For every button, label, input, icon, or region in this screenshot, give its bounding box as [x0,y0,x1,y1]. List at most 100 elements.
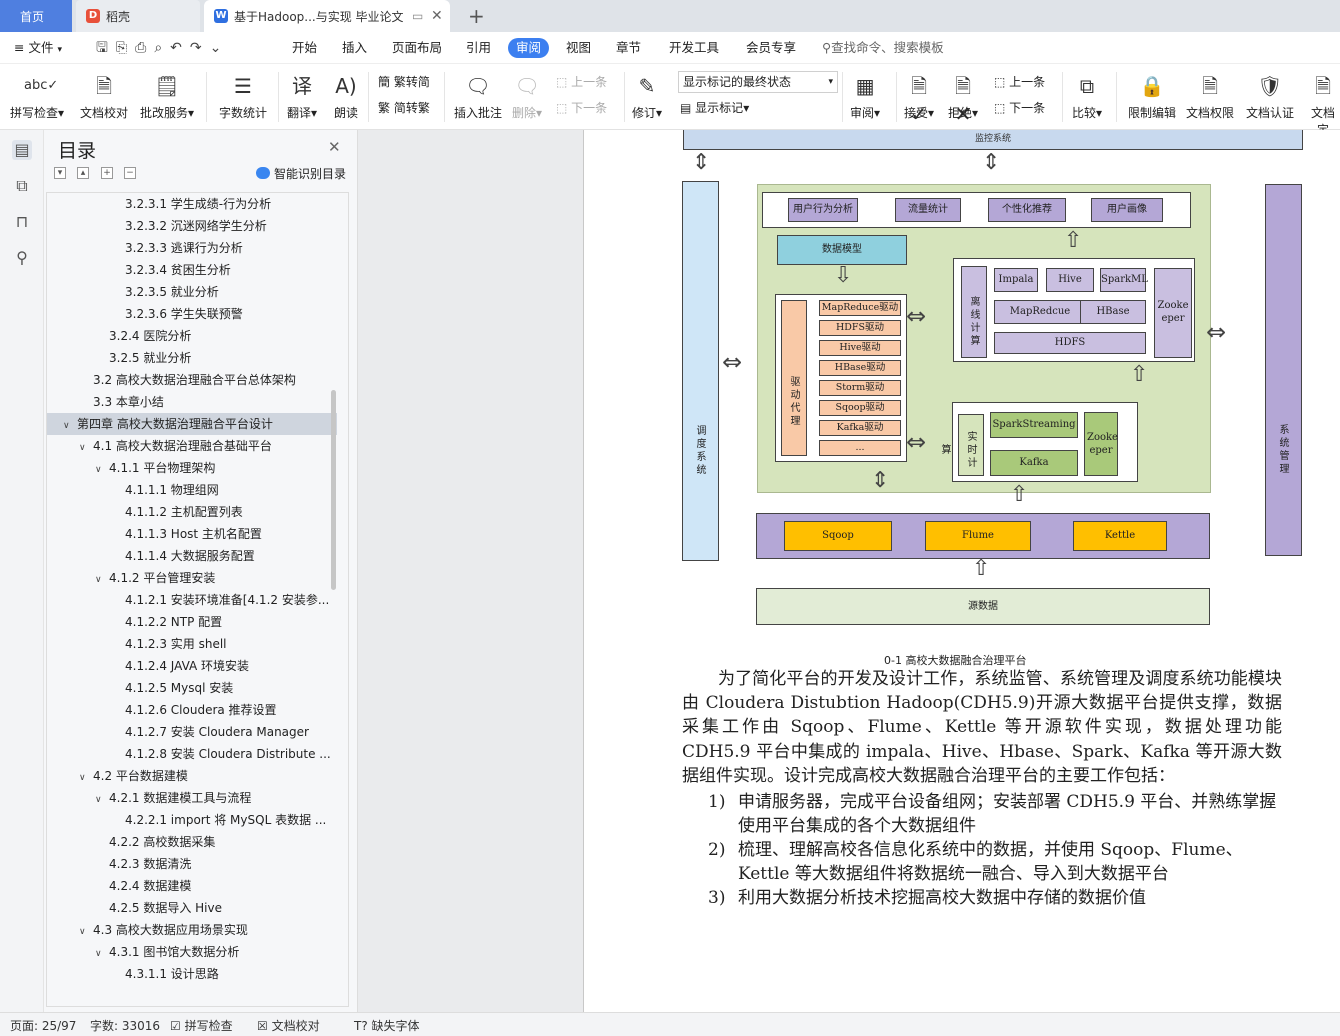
restrict-edit-button[interactable]: 🔒 限制编辑 [1128,72,1176,121]
menu-chapter[interactable]: 章节 [616,38,641,58]
toc-item[interactable]: ∨ 第四章 高校大数据治理融合平台设计 [47,413,337,435]
toc-item[interactable]: 3.2.3.5 就业分析 [47,281,337,303]
menu-view[interactable]: 视图 [566,38,591,58]
menu-review[interactable]: 审阅 [508,38,550,58]
markup-mode-select[interactable]: 显示标记的最终状态 ▾ [678,71,838,93]
toc-item[interactable]: 4.3.1.1 设计思路 [47,963,337,985]
smart-toc-button[interactable]: 智能识别目录 [256,165,346,182]
expand-up-icon[interactable]: ▴ [77,167,89,179]
toc-item[interactable]: 4.1.2.8 安装 Cloudera Distribute ... [47,743,337,765]
nav-panel-icon[interactable]: ⧉ [12,176,32,196]
spell-check-button[interactable]: abc✓ 拼写检查▾ [10,72,64,121]
close-tab-icon[interactable]: ✕ [431,8,443,24]
toc-item[interactable]: 3.2.5 就业分析 [47,347,337,369]
toc-scrollbar[interactable] [331,390,336,590]
chevron-down-icon[interactable]: ∨ [79,437,93,457]
toc-item[interactable]: ∨ 4.3 高校大数据应用场景实现 [47,919,337,941]
chevron-down-icon[interactable]: ∨ [79,921,93,941]
revise-button[interactable]: ✎ 修订▾ [632,72,662,121]
toc-item[interactable]: 4.1.1.4 大数据服务配置 [47,545,337,567]
toc-item[interactable]: 4.1.1.2 主机配置列表 [47,501,337,523]
command-search[interactable]: ⚲查找命令、搜索模板 [822,38,944,58]
page-indicator[interactable]: 页面: 25/97 [10,1017,76,1034]
translate-button[interactable]: 译翻译▾ [287,72,317,121]
status-doc-check[interactable]: ☒ 文档校对 [257,1017,320,1034]
quick-access-icons[interactable]: 🖫⎘⎙⌕↶↷⌄ [96,38,229,58]
toc-item[interactable]: 4.2.2.1 import 将 MySQL 表数据 ... [47,809,337,831]
toc-panel-icon[interactable]: ▤ [12,140,32,160]
toc-item[interactable]: 4.2.4 数据建模 [47,875,337,897]
toc-item[interactable]: 3.2.3.3 逃课行为分析 [47,237,337,259]
collapse-all-icon[interactable]: ▾ [54,167,66,179]
tab-daoke[interactable]: D 稻壳 [76,0,200,32]
prev-change-button[interactable]: ⬚ 上一条 [994,72,1045,92]
chevron-down-icon[interactable]: ∨ [95,569,109,589]
doc-fix-button[interactable]: 🗎文档定 [1306,72,1340,138]
toc-item[interactable]: 4.2.3 数据清洗 [47,853,337,875]
toc-item[interactable]: 3.2.3.6 学生失联预警 [47,303,337,325]
menu-devtools[interactable]: 开发工具 [669,38,719,58]
doc-check-button[interactable]: 🗎 文档校对 [80,72,128,121]
chevron-down-icon[interactable]: ∨ [95,943,109,963]
toc-item[interactable]: ∨ 4.2.1 数据建模工具与流程 [47,787,337,809]
add-level-icon[interactable]: + [101,167,113,179]
toc-item[interactable]: 4.2.5 数据导入 Hive [47,897,337,919]
toc-item[interactable]: 3.2.3.1 学生成绩-行为分析 [47,193,337,215]
toc-item[interactable]: 4.1.2.5 Mysql 安装 [47,677,337,699]
chevron-down-icon[interactable]: ∨ [63,415,77,435]
toc-item[interactable]: 4.1.2.6 Cloudera 推荐设置 [47,699,337,721]
menu-reference[interactable]: 引用 [466,38,491,58]
toc-item[interactable]: 3.3 本章小结 [47,391,337,413]
menu-member[interactable]: 会员专享 [746,38,796,58]
chevron-down-icon[interactable]: ∨ [79,767,93,787]
accept-button[interactable]: 🗎✓ 接受▾ [904,72,934,126]
simp-to-trad-button[interactable]: 繁 简转繁 [378,98,430,118]
toc-item[interactable]: 4.1.2.1 安装环境准备[4.1.2 安装参... [47,589,337,611]
delete-comment-button[interactable]: 🗨 删除▾ [512,72,542,121]
file-menu[interactable]: ≡ 文件 ▾ [14,38,62,58]
status-spell-check[interactable]: ☑ 拼写检查 [170,1017,233,1034]
trad-to-simp-button[interactable]: 簡 繁转简 [378,72,430,92]
prev-comment-button[interactable]: ⬚ 上一条 [556,72,607,92]
read-aloud-button[interactable]: A) 朗读 [333,72,359,121]
doc-certify-button[interactable]: 🛡 文档认证 [1246,72,1294,121]
compare-button[interactable]: ⧉ 比较▾ [1072,72,1102,121]
next-comment-button[interactable]: ⬚ 下一条 [556,98,607,118]
toc-item[interactable]: 3.2 高校大数据治理融合平台总体架构 [47,369,337,391]
toc-item[interactable]: 3.2.4 医院分析 [47,325,337,347]
toc-item[interactable]: ∨ 4.2 平台数据建模 [47,765,337,787]
annotate-service-button[interactable]: 🗒 批改服务▾ [140,72,194,121]
new-tab-icon[interactable]: + [458,0,485,32]
toc-item[interactable]: 4.1.2.7 安装 Cloudera Manager [47,721,337,743]
toc-item[interactable]: 4.2.2 高校数据采集 [47,831,337,853]
menu-insert[interactable]: 插入 [342,38,367,58]
toc-item[interactable]: ∨ 4.1.1 平台物理架构 [47,457,337,479]
word-count-button[interactable]: ☰ 字数统计 [219,72,267,121]
insert-comment-button[interactable]: 🗨 插入批注 [454,72,502,121]
word-count-indicator[interactable]: 字数: 33016 [90,1017,160,1034]
show-markup-button[interactable]: ▤ 显示标记▾ [680,98,749,118]
bookmark-icon[interactable]: ⊓ [12,212,32,232]
missing-font-button[interactable]: T? 缺失字体 [354,1017,420,1034]
chevron-down-icon[interactable]: ∨ [95,459,109,479]
doc-permission-button[interactable]: 🗎 文档权限 [1186,72,1234,121]
tab-document[interactable]: W 基于Hadoop...与实现 毕业论文 ▭ ✕ [204,0,450,32]
menu-layout[interactable]: 页面布局 [392,38,442,58]
toc-item[interactable]: 4.1.2.3 实用 shell [47,633,337,655]
reject-button[interactable]: 🗎✕ 拒绝▾ [948,72,978,126]
close-icon[interactable]: ✕ [328,138,341,156]
toc-item[interactable]: ∨ 4.1 高校大数据治理融合基础平台 [47,435,337,457]
tab-home[interactable]: 首页 [0,0,72,32]
review-pane-button[interactable]: ▦ 审阅▾ [850,72,880,121]
toc-item[interactable]: 4.1.1.3 Host 主机名配置 [47,523,337,545]
search-icon[interactable]: ⚲ [12,248,32,268]
document-page[interactable]: 监控系统 ⇕ ⇕ 调度系统 系统管理 用户行为分析 流量统计 个性化推荐 用户画… [584,130,1340,1012]
toc-item[interactable]: 3.2.3.2 沉迷网络学生分析 [47,215,337,237]
window-icon[interactable]: ▭ [412,9,423,23]
remove-level-icon[interactable]: − [124,167,136,179]
menu-start[interactable]: 开始 [292,38,317,58]
toc-item[interactable]: 3.2.3.4 贫困生分析 [47,259,337,281]
toc-item[interactable]: ∨ 4.3.1 图书馆大数据分析 [47,941,337,963]
toc-item[interactable]: 4.1.2.2 NTP 配置 [47,611,337,633]
chevron-down-icon[interactable]: ∨ [95,789,109,809]
